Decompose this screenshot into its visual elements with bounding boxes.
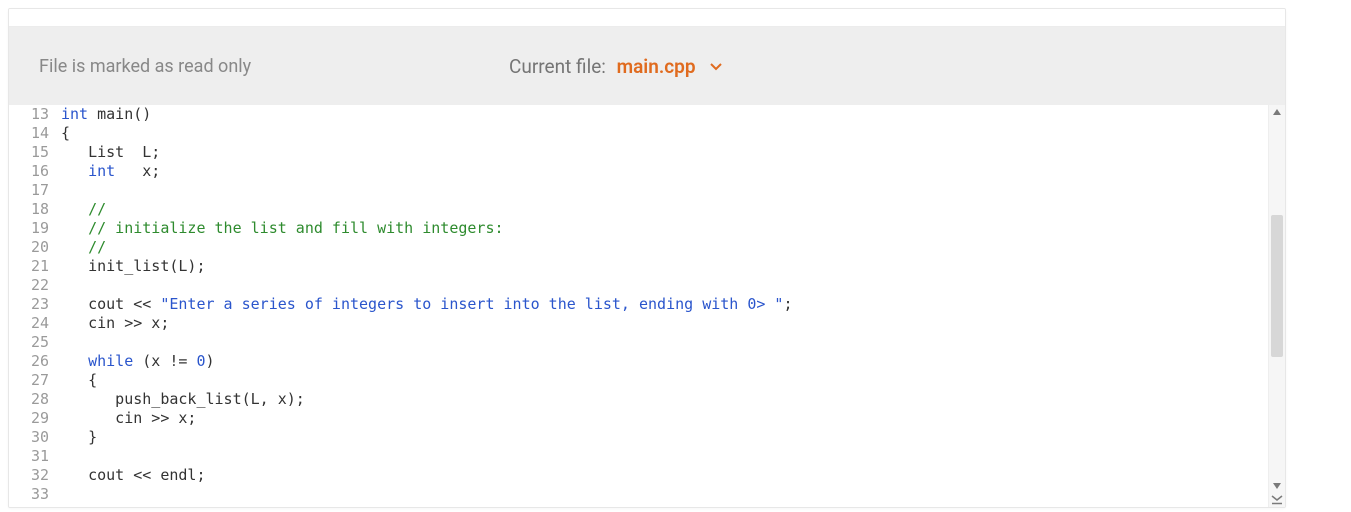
line-number: 13 [9, 105, 49, 124]
line-number: 21 [9, 257, 49, 276]
line-number: 26 [9, 352, 49, 371]
line-number: 31 [9, 447, 49, 466]
line-number-gutter: 1314151617181920212223242526272829303132… [9, 105, 55, 507]
line-number: 22 [9, 276, 49, 295]
code-line[interactable] [61, 333, 1267, 352]
code-line[interactable]: init_list(L); [61, 257, 1267, 276]
code-line[interactable]: push_back_list(L, x); [61, 390, 1267, 409]
vertical-scrollbar[interactable] [1268, 105, 1285, 493]
line-number: 32 [9, 466, 49, 485]
scroll-up-arrow-icon[interactable] [1269, 105, 1285, 119]
code-line[interactable]: int x; [61, 162, 1267, 181]
editor-panel: File is marked as read only Current file… [8, 8, 1286, 508]
code-line[interactable] [61, 276, 1267, 295]
code-line[interactable]: { [61, 371, 1267, 390]
line-number: 30 [9, 428, 49, 447]
code-line[interactable]: cin >> x; [61, 409, 1267, 428]
code-content[interactable]: int main(){ List L; int x; // // initial… [61, 105, 1267, 507]
line-number: 33 [9, 485, 49, 504]
line-number: 16 [9, 162, 49, 181]
code-line[interactable]: } [61, 428, 1267, 447]
line-number: 20 [9, 238, 49, 257]
scroll-thumb[interactable] [1271, 215, 1283, 357]
code-line[interactable]: cin >> x; [61, 314, 1267, 333]
code-line[interactable]: while (x != 0) [61, 352, 1267, 371]
code-line[interactable]: // initialize the list and fill with int… [61, 219, 1267, 238]
line-number: 15 [9, 143, 49, 162]
code-line[interactable]: // [61, 200, 1267, 219]
chevron-down-icon[interactable] [710, 63, 722, 71]
code-line[interactable]: { [61, 124, 1267, 143]
code-line[interactable]: cout << "Enter a series of integers to i… [61, 295, 1267, 314]
code-line[interactable]: int main() [61, 105, 1267, 124]
current-file-selector[interactable]: Current file: main.cpp [509, 55, 722, 78]
line-number: 19 [9, 219, 49, 238]
line-number: 27 [9, 371, 49, 390]
line-number: 14 [9, 124, 49, 143]
line-number: 18 [9, 200, 49, 219]
line-number: 23 [9, 295, 49, 314]
code-line[interactable]: cout << endl; [61, 466, 1267, 485]
line-number: 25 [9, 333, 49, 352]
line-number: 24 [9, 314, 49, 333]
editor-header: File is marked as read only Current file… [9, 27, 1285, 105]
scroll-to-bottom-icon[interactable] [1268, 493, 1285, 507]
current-file-static-label: Current file: [509, 55, 606, 78]
code-line[interactable] [61, 447, 1267, 466]
code-line[interactable]: // [61, 238, 1267, 257]
readonly-status-label: File is marked as read only [39, 56, 251, 77]
code-line[interactable] [61, 181, 1267, 200]
scroll-down-arrow-icon[interactable] [1269, 479, 1285, 493]
code-line[interactable] [61, 485, 1267, 504]
line-number: 29 [9, 409, 49, 428]
line-number: 17 [9, 181, 49, 200]
top-border-strip [9, 9, 1285, 27]
current-file-name[interactable]: main.cpp [617, 55, 696, 78]
code-line[interactable]: List L; [61, 143, 1267, 162]
line-number: 28 [9, 390, 49, 409]
code-editor[interactable]: 1314151617181920212223242526272829303132… [9, 105, 1285, 507]
